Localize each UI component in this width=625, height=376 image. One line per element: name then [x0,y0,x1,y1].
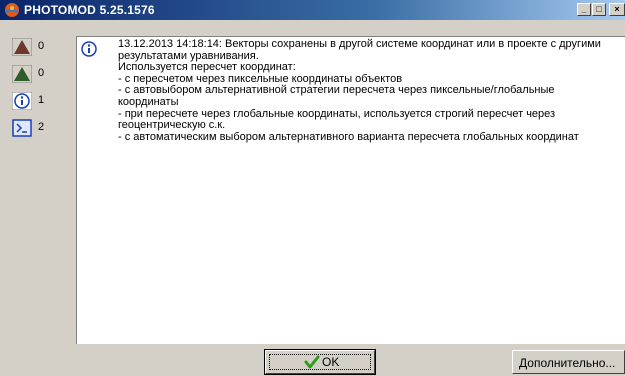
maximize-button[interactable]: □ [592,3,606,16]
message-text: 13.12.2013 14:18:14: Векторы сохранены в… [118,38,618,143]
filter-info[interactable]: 1 [11,91,72,111]
button-bar: OK Дополнительно... [0,344,625,376]
focus-rect [269,354,371,370]
more-button[interactable]: Дополнительно... [512,350,625,374]
window-title: PHOTOMOD 5.25.1576 [24,3,155,17]
message-line: - при пересчете через глобальные координ… [118,107,556,132]
title-bar[interactable]: PHOTOMOD 5.25.1576 _ □ × [0,0,625,20]
info-icon [81,41,97,57]
message-line: 13.12.2013 14:18:14: Векторы сохранены в… [118,38,601,62]
more-label: Дополнительно... [519,356,616,370]
filter-warnings[interactable]: 0 [11,64,72,84]
message-log[interactable]: 13.12.2013 14:18:14: Векторы сохранены в… [77,36,625,345]
error-count: 0 [38,40,45,52]
photomod-message-window: PHOTOMOD 5.25.1576 _ □ × 0 0 1 2 13.12.2… [0,0,625,376]
checkmark-icon [304,355,320,369]
close-button[interactable]: × [609,3,625,16]
message-filter-sidebar: 0 0 1 2 [8,36,77,344]
message-line: - с автоматическим выбором альтернативно… [118,130,579,143]
ok-button[interactable]: OK [264,349,376,375]
filter-console[interactable]: 2 [12,119,72,137]
warning-count: 0 [38,67,45,79]
close-icon: × [614,4,620,14]
info-icon [11,91,33,111]
console-icon [12,119,32,137]
error-triangle-icon [11,37,33,57]
info-count: 1 [38,94,45,106]
console-count: 2 [38,121,45,133]
maximize-icon: □ [596,4,602,14]
photomod-logo-icon [4,2,20,18]
message-line: - с автовыбором альтернативной стратегии… [118,84,555,108]
ok-label: OK [322,355,340,369]
warning-triangle-icon [11,64,33,84]
minimize-button[interactable]: _ [577,3,591,16]
minimize-icon: _ [581,4,587,14]
filter-errors[interactable]: 0 [11,37,72,57]
